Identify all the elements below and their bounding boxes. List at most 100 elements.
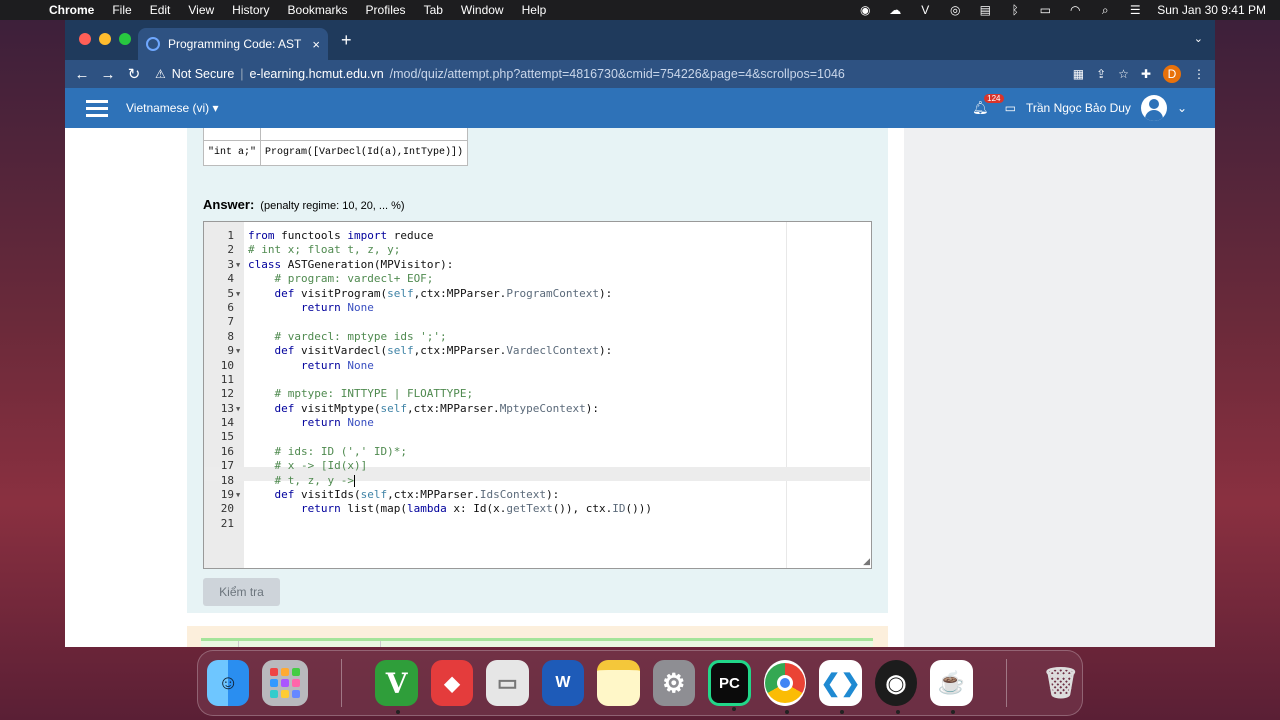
code-line[interactable]: 11 <box>204 373 871 387</box>
menu-history[interactable]: History <box>223 3 278 17</box>
code-text: # vardecl: mptype ids ';'; <box>248 330 446 344</box>
translate-icon[interactable]: ▦ <box>1073 67 1084 81</box>
code-token: # program: vardecl+ EOF; <box>248 272 434 286</box>
code-line[interactable]: 6 return None <box>204 301 871 315</box>
java-icon[interactable]: ☕ <box>930 660 973 714</box>
omnibox[interactable]: ⚠ Not Secure | e-learning.hcmut.edu.vn/m… <box>155 67 1073 81</box>
code-line[interactable]: 5 ▼ def visitProgram(self,ctx:MPParser.Pr… <box>204 287 871 301</box>
menu-app-name[interactable]: Chrome <box>40 3 103 17</box>
menu-bookmarks[interactable]: Bookmarks <box>279 3 357 17</box>
menu-profiles[interactable]: Profiles <box>357 3 415 17</box>
printer-icon[interactable]: ▭ <box>486 660 529 706</box>
minimize-window-button[interactable] <box>99 33 111 45</box>
menu-file[interactable]: File <box>103 3 140 17</box>
user-avatar-icon[interactable] <box>1140 95 1167 121</box>
pycharm-icon[interactable]: PC <box>707 660 751 711</box>
next-question-table <box>201 638 873 647</box>
finder-icon[interactable]: ☺ <box>207 660 250 706</box>
user-menu-chevron-icon[interactable]: ⌄ <box>1177 101 1187 115</box>
code-line[interactable]: 1 from functools import reduce <box>204 229 871 243</box>
code-line[interactable]: 17 # x -> [Id(x)] <box>204 459 871 473</box>
code-line[interactable]: 3 ▼ class ASTGeneration(MPVisitor): <box>204 258 871 272</box>
tab-close-icon[interactable]: × <box>312 37 320 52</box>
trash-icon[interactable]: 🗑 <box>1040 660 1082 706</box>
code-line[interactable]: 14 return None <box>204 416 871 430</box>
code-line[interactable]: 8 # vardecl: mptype ids ';'; <box>204 330 871 344</box>
url-path[interactable]: /mod/quiz/attempt.php?attempt=4816730&cm… <box>390 67 845 81</box>
fold-arrow-icon[interactable]: ▼ <box>236 488 240 502</box>
resize-handle-icon[interactable]: ◢ <box>863 556 870 567</box>
forward-arrow-icon[interactable]: → <box>95 66 121 83</box>
share-icon[interactable]: ⇪ <box>1096 67 1106 81</box>
code-editor[interactable]: 1 from functools import reduce 2 # int x; f… <box>203 221 872 569</box>
code-text: from functools import reduce <box>248 229 433 243</box>
fold-arrow-icon[interactable]: ▼ <box>236 344 240 358</box>
warning-triangle-icon[interactable]: ⚠ <box>155 67 166 81</box>
chrome-menu-icon[interactable]: ⋮ <box>1193 67 1205 81</box>
sync-status-icon[interactable]: ☁ <box>887 3 903 17</box>
code-line[interactable]: 9 ▼ def visitVardecl(self,ctx:MPParser.Va… <box>204 344 871 358</box>
vim-icon[interactable]: V <box>375 660 418 714</box>
airdrop-icon[interactable]: ◎ <box>947 3 963 17</box>
url-host[interactable]: e-learning.hcmut.edu.vn <box>250 67 384 81</box>
code-line[interactable]: 16 # ids: ID (',' ID)*; <box>204 445 871 459</box>
code-line[interactable]: 10 return None <box>204 359 871 373</box>
security-label[interactable]: Not Secure <box>172 67 235 81</box>
code-line[interactable]: 13 ▼ def visitMptype(self,ctx:MPParser.Mp… <box>204 402 871 416</box>
extensions-puzzle-icon[interactable]: ✚ <box>1141 67 1151 81</box>
obs-icon[interactable]: ◉ <box>874 660 918 714</box>
user-name[interactable]: Trần Ngọc Bảo Duy <box>1026 101 1131 115</box>
code-line[interactable]: 18 # t, z, y -> <box>204 474 871 488</box>
system-preferences-icon[interactable]: ⚙ <box>652 660 695 706</box>
check-button[interactable]: Kiểm tra <box>203 578 280 606</box>
notification-bell-icon[interactable]: 🔔︎ 124 <box>972 94 1004 116</box>
notes-icon[interactable] <box>597 660 640 706</box>
fold-arrow-icon[interactable]: ▼ <box>236 402 240 416</box>
clock[interactable]: Sun Jan 30 9:41 PM <box>1157 3 1266 17</box>
vim-status-icon[interactable]: V <box>917 3 933 17</box>
code-line[interactable]: 15 <box>204 430 871 444</box>
back-arrow-icon[interactable]: ← <box>69 66 95 83</box>
fold-arrow-icon[interactable]: ▼ <box>236 258 240 272</box>
zoom-window-button[interactable] <box>119 33 131 45</box>
new-tab-button[interactable]: + <box>341 30 352 51</box>
chrome-icon[interactable] <box>763 660 807 714</box>
messages-icon[interactable]: ▭ <box>1005 101 1016 115</box>
code-line[interactable]: 7 <box>204 315 871 329</box>
tab-active[interactable]: Programming Code: AST (09g × <box>138 28 328 60</box>
bookmark-star-icon[interactable]: ☆ <box>1118 67 1129 81</box>
code-line[interactable]: 4 # program: vardecl+ EOF; <box>204 272 871 286</box>
menu-view[interactable]: View <box>179 3 223 17</box>
profile-avatar[interactable]: D <box>1163 65 1181 83</box>
tab-search-chevron-icon[interactable]: ⌄ <box>1194 32 1203 45</box>
word-icon[interactable]: W <box>541 660 585 706</box>
status-area: ◉ ☁ V ◎ ▤ ᛒ ▭ ◠ ⌕ ☰ Sun Jan 30 9:41 PM <box>857 3 1280 18</box>
anydesk-icon[interactable]: ◆ <box>430 660 474 706</box>
menu-help[interactable]: Help <box>513 3 556 17</box>
spotlight-search-icon[interactable]: ⌕ <box>1097 3 1113 18</box>
fold-arrow-icon[interactable]: ▼ <box>236 287 240 301</box>
language-selector[interactable]: Vietnamese (vi) ▾ <box>126 101 219 115</box>
code-line[interactable]: 12 # mptype: INTTYPE | FLOATTYPE; <box>204 387 871 401</box>
menu-window[interactable]: Window <box>452 3 513 17</box>
code-token: def <box>274 344 295 358</box>
code-lines[interactable]: 1 from functools import reduce 2 # int x; f… <box>204 229 871 531</box>
reload-icon[interactable]: ↻ <box>121 65 147 83</box>
control-center-icon[interactable]: ☰ <box>1127 3 1143 17</box>
close-window-button[interactable] <box>79 33 91 45</box>
battery-icon[interactable]: ▭ <box>1037 3 1053 17</box>
obs-status-icon[interactable]: ◉ <box>857 3 873 17</box>
wifi-icon[interactable]: ◠ <box>1067 3 1083 17</box>
code-line[interactable]: 21 <box>204 517 871 531</box>
input-flag-icon[interactable]: ▤ <box>977 3 993 17</box>
hamburger-menu-icon[interactable] <box>86 99 108 117</box>
menu-tab[interactable]: Tab <box>415 3 452 17</box>
code-line[interactable]: 20 return list(map(lambda x: Id(x.getTex… <box>204 502 871 516</box>
menu-edit[interactable]: Edit <box>141 3 180 17</box>
bluetooth-icon[interactable]: ᛒ <box>1007 3 1023 17</box>
code-line[interactable]: 19 ▼ def visitIds(self,ctx:MPParser.IdsCo… <box>204 488 871 502</box>
vscode-icon[interactable]: ❮❯ <box>819 660 862 714</box>
launchpad-icon[interactable] <box>262 660 309 706</box>
code-line[interactable]: 2 # int x; float t, z, y; <box>204 243 871 257</box>
